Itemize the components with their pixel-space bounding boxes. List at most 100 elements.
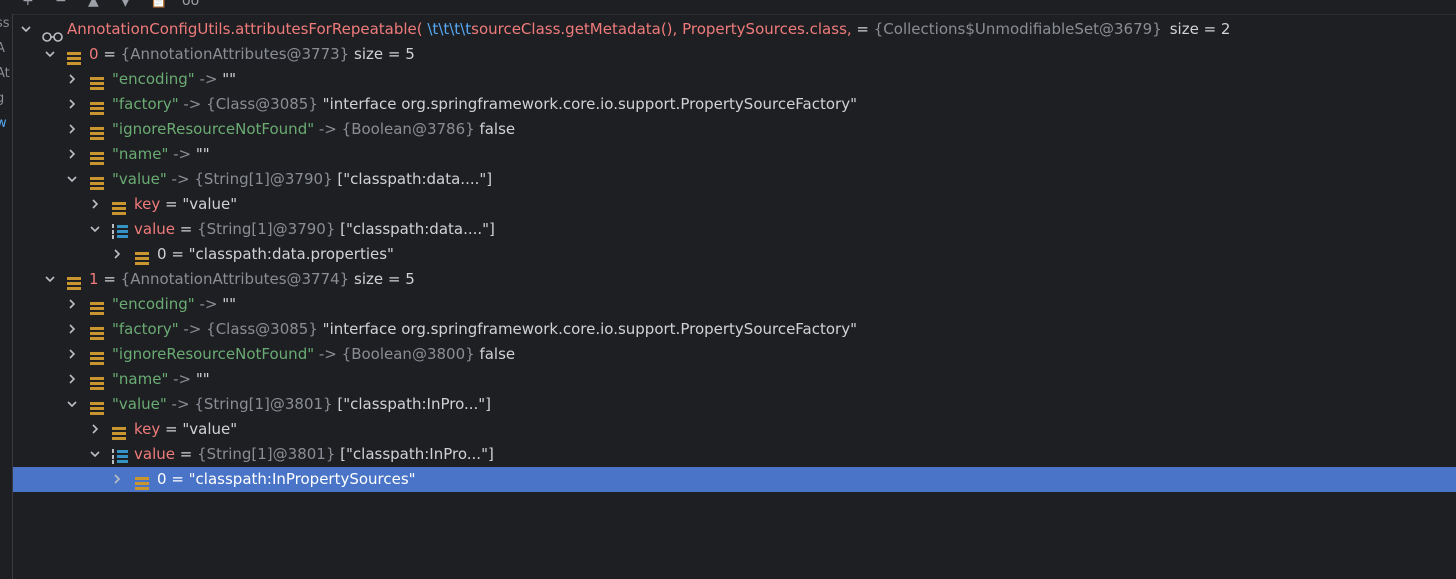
gutter-fragment: At	[0, 66, 10, 81]
separator: =	[174, 445, 198, 463]
chevron-right-icon[interactable]	[65, 92, 79, 117]
chevron-down-icon[interactable]	[43, 42, 57, 67]
tree-row[interactable]: "encoding" -> ""	[13, 292, 1456, 317]
chevron-right-icon[interactable]	[65, 342, 79, 367]
glasses-icon[interactable]: oo	[182, 0, 199, 8]
tree-row[interactable]: "name" -> ""	[13, 142, 1456, 167]
variable-value: ""	[222, 70, 237, 88]
field-icon	[90, 373, 104, 390]
field-icon	[135, 248, 149, 265]
separator: ->	[166, 395, 195, 413]
tree-row[interactable]: value = {String[1]@3801} ["classpath:InP…	[13, 442, 1456, 467]
chevron-right-icon[interactable]	[88, 192, 102, 217]
tree-row[interactable]: value = {String[1]@3790} ["classpath:dat…	[13, 217, 1456, 242]
chevron-right-icon[interactable]	[110, 242, 124, 267]
field-icon	[90, 298, 104, 315]
chevron-right-icon[interactable]	[110, 467, 124, 492]
field-icon	[90, 173, 104, 190]
variable-key: value	[134, 220, 175, 238]
field-icon	[90, 148, 104, 165]
variable-key: "factory"	[112, 95, 179, 113]
move-up-icon[interactable]: ▲	[88, 0, 99, 8]
variable-key: key	[134, 420, 161, 438]
array-icon	[112, 222, 128, 239]
tree-row[interactable]: "value" -> {String[1]@3790} ["classpath:…	[13, 167, 1456, 192]
separator: ->	[314, 120, 342, 138]
separator: =	[166, 245, 189, 263]
tree-row[interactable]: "name" -> ""	[13, 367, 1456, 392]
field-icon	[67, 48, 81, 65]
separator: ->	[166, 170, 195, 188]
array-icon	[112, 447, 128, 464]
debugger-toolbar: + − ▲ ▼ 📋 oo	[0, 0, 1456, 12]
separator: ->	[178, 320, 207, 338]
copy-icon[interactable]: 📋	[150, 0, 167, 8]
tree-row[interactable]: 1 = {AnnotationAttributes@3774} size = 5	[13, 267, 1456, 292]
chevron-right-icon[interactable]	[65, 317, 79, 342]
type-label: {AnnotationAttributes@3774}	[120, 270, 350, 288]
variable-value: false	[479, 120, 516, 138]
variable-value: ""	[195, 145, 210, 163]
remove-watch-icon[interactable]: −	[55, 0, 67, 8]
chevron-right-icon[interactable]	[65, 67, 79, 92]
separator: ->	[194, 295, 223, 313]
variable-value: size = 5	[354, 45, 415, 63]
variable-key: "value"	[112, 395, 167, 413]
field-icon	[112, 423, 126, 440]
gutter-fragment: A	[0, 41, 5, 56]
variable-value: "classpath:data.properties"	[188, 245, 394, 263]
field-icon	[90, 98, 104, 115]
variable-key: 1	[89, 270, 99, 288]
gutter-fragment: ss	[0, 16, 10, 31]
chevron-right-icon[interactable]	[65, 142, 79, 167]
tree-row[interactable]: "ignoreResourceNotFound" -> {Boolean@378…	[13, 117, 1456, 142]
chevron-right-icon[interactable]	[65, 367, 79, 392]
chevron-down-icon[interactable]	[19, 17, 33, 42]
tree-row[interactable]: "value" -> {String[1]@3801} ["classpath:…	[13, 392, 1456, 417]
variable-value: ["classpath:data...."]	[340, 220, 495, 238]
variable-key: key	[134, 195, 161, 213]
tree-row[interactable]: "factory" -> {Class@3085} "interface org…	[13, 92, 1456, 117]
chevron-down-icon[interactable]	[88, 217, 102, 242]
move-down-icon[interactable]: ▼	[120, 0, 131, 8]
variable-value: ["classpath:data...."]	[337, 170, 493, 188]
chevron-down-icon[interactable]	[88, 442, 102, 467]
field-icon	[90, 323, 104, 340]
field-icon	[90, 123, 104, 140]
chevron-right-icon[interactable]	[65, 117, 79, 142]
tree-row[interactable]: key = "value"	[13, 192, 1456, 217]
tree-row[interactable]: "ignoreResourceNotFound" -> {Boolean@380…	[13, 342, 1456, 367]
type-label: {String[1]@3790}	[194, 170, 333, 188]
variable-value: "value"	[182, 420, 238, 438]
root-type: {Collections$UnmodifiableSet@3679}	[873, 20, 1162, 38]
tree-row[interactable]: "factory" -> {Class@3085} "interface org…	[13, 317, 1456, 342]
field-icon	[90, 73, 104, 90]
type-label: {String[1]@3790}	[197, 220, 336, 238]
tree-row[interactable]: 0 = "classpath:InPropertySources"	[13, 467, 1456, 492]
separator: ->	[178, 95, 207, 113]
chevron-down-icon[interactable]	[43, 267, 57, 292]
tree-row[interactable]: key = "value"	[13, 417, 1456, 442]
variable-key: "encoding"	[112, 295, 195, 313]
tree-row[interactable]: 0 = "classpath:data.properties"	[13, 242, 1456, 267]
separator: =	[174, 220, 198, 238]
tree-rows: 0 = {AnnotationAttributes@3773} size = 5…	[13, 42, 1456, 492]
chevron-right-icon[interactable]	[88, 417, 102, 442]
add-watch-icon[interactable]: +	[22, 0, 34, 8]
variable-key: 0	[157, 245, 167, 263]
type-label: {Class@3085}	[206, 95, 318, 113]
variable-value: size = 5	[354, 270, 415, 288]
chevron-down-icon[interactable]	[65, 167, 79, 192]
tree-row[interactable]: "encoding" -> ""	[13, 67, 1456, 92]
separator: ->	[168, 370, 196, 388]
variable-value: ["classpath:InPro..."]	[337, 395, 492, 413]
variable-value: ""	[195, 370, 210, 388]
variable-key: "encoding"	[112, 70, 195, 88]
root-eq: =	[851, 20, 874, 38]
chevron-right-icon[interactable]	[65, 292, 79, 317]
tree-row[interactable]: 0 = {AnnotationAttributes@3773} size = 5	[13, 42, 1456, 67]
type-label: {String[1]@3801}	[194, 395, 333, 413]
chevron-down-icon[interactable]	[65, 392, 79, 417]
tree-root-row[interactable]: AnnotationConfigUtils.attributesForRepea…	[13, 17, 1456, 42]
variable-value: ""	[222, 295, 237, 313]
